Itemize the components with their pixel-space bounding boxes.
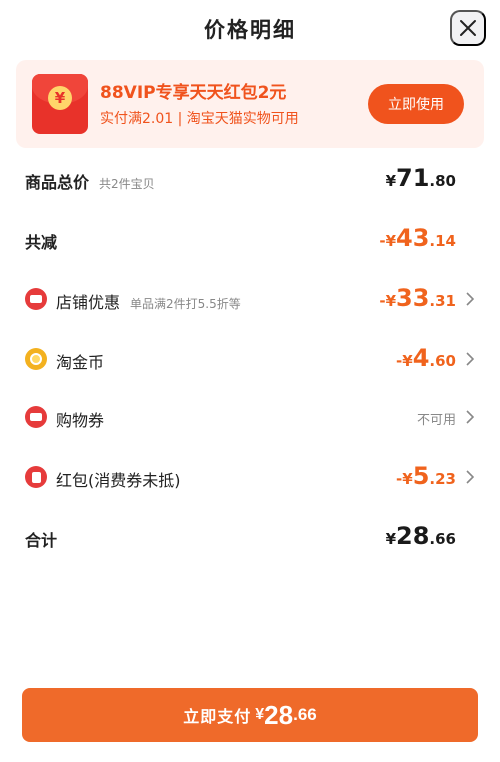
close-icon: [460, 20, 476, 36]
banner-title: 88VIP专享天天红包2元: [100, 83, 287, 103]
voucher-icon: [25, 406, 47, 428]
page-title: 价格明细: [204, 18, 296, 42]
shop-discount-label: 店铺优惠: [56, 293, 121, 312]
chevron-right-icon: [466, 410, 474, 424]
red-packet-icon: ¥: [32, 74, 88, 134]
red-packet-row[interactable]: 红包(消费券未抵) -¥5.23: [0, 458, 500, 498]
shop-discount-row[interactable]: 店铺优惠 单品满2件打5.5折等 -¥33.31: [0, 280, 500, 320]
shop-discount-detail: 单品满2件打5.5折等: [130, 297, 241, 311]
banner-subtitle: 实付满2.01 | 淘宝天猫实物可用: [100, 111, 299, 127]
tao-coin-label: 淘金币: [56, 353, 105, 372]
total-reduce-row: 共减 -¥43.14: [0, 220, 500, 260]
voucher-label: 购物券: [56, 411, 105, 430]
tao-coin-icon: [25, 348, 47, 370]
coin-symbol: ¥: [48, 86, 72, 110]
goods-count: 共2件宝贝: [99, 177, 155, 191]
goods-total-row: 商品总价 共2件宝贝 ¥71.80: [0, 160, 500, 200]
use-now-button[interactable]: 立即使用: [368, 84, 464, 124]
goods-total-amount: ¥71.80: [385, 164, 456, 192]
tao-coin-row[interactable]: 淘金币 -¥4.60: [0, 340, 500, 380]
chevron-right-icon: [466, 292, 474, 306]
red-packet-label: 红包(消费券未抵): [56, 471, 181, 490]
voucher-status: 不可用: [416, 413, 456, 428]
sum-label: 合计: [25, 531, 58, 550]
chevron-right-icon: [466, 352, 474, 366]
red-packet-small-icon: [25, 466, 47, 488]
sum-amount: ¥28.66: [385, 522, 456, 550]
shop-discount-icon: [25, 288, 47, 310]
total-reduce-amount: -¥43.14: [379, 224, 456, 252]
pay-now-label: 立即支付: [183, 709, 252, 726]
close-button[interactable]: [450, 10, 486, 46]
vip-redpacket-banner: ¥ 88VIP专享天天红包2元 实付满2.01 | 淘宝天猫实物可用 立即使用: [16, 60, 484, 148]
shop-discount-amount: -¥33.31: [379, 284, 456, 312]
total-reduce-label: 共减: [25, 233, 58, 252]
header: 价格明细: [0, 0, 500, 56]
shopping-voucher-row[interactable]: 购物券 不可用: [0, 398, 500, 438]
pay-now-button[interactable]: 立即支付 ¥28.66: [22, 688, 478, 742]
red-packet-amount: -¥5.23: [396, 462, 456, 490]
sum-row: 合计 ¥28.66: [0, 518, 500, 558]
tao-coin-amount: -¥4.60: [396, 344, 456, 372]
goods-total-label: 商品总价: [25, 173, 90, 192]
chevron-right-icon: [466, 470, 474, 484]
